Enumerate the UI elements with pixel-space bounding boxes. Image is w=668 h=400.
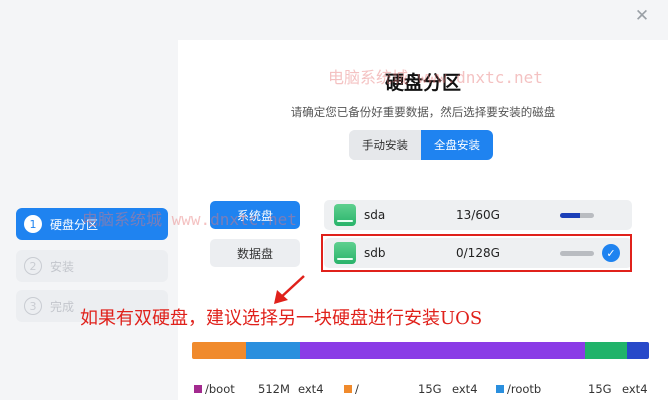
partition-segment [246, 342, 300, 359]
legend-size: 512M [258, 382, 290, 396]
step-sidebar: 1 硬盘分区 2 安装 3 完成 [0, 40, 178, 400]
disk-name: sda [364, 208, 386, 222]
disk-row-sda[interactable]: sda 13/60G [324, 200, 632, 230]
disk-size: 13/60G [456, 208, 500, 222]
legend-mount: /rootb [507, 382, 542, 396]
page-title: 硬盘分区 [384, 72, 461, 94]
data-disk-tab[interactable]: 数据盘 [210, 239, 300, 267]
legend-swatch [344, 385, 352, 393]
close-icon[interactable]: ✕ [632, 6, 652, 26]
legend-mount: /boot [205, 382, 235, 396]
step-partition: 1 硬盘分区 [16, 208, 168, 240]
partition-segment [627, 342, 649, 359]
step-label: 安装 [50, 259, 75, 274]
legend-swatch [496, 385, 504, 393]
hard-disk-icon [334, 204, 356, 226]
step-install: 2 安装 [16, 250, 168, 282]
legend-item-boot: /boot 512M ext4 [194, 382, 344, 396]
install-mode-switch: 手动安装 全盘安装 [349, 130, 493, 160]
annotation-arrow-icon [274, 275, 305, 304]
page-subtitle: 请确定您已备份好重要数据，然后选择要安装的磁盘 [290, 105, 556, 119]
step-number: 1 [24, 215, 42, 233]
legend-fs: ext4 [452, 382, 478, 396]
system-disk-tab[interactable]: 系统盘 [210, 201, 300, 229]
step-label: 硬盘分区 [50, 217, 99, 232]
legend-size: 15G [418, 382, 442, 396]
disk-usage-fill [560, 212, 581, 218]
step-number: 3 [24, 297, 42, 315]
legend-mount: / [355, 382, 359, 396]
partition-segment [192, 342, 246, 359]
partition-segment [300, 342, 585, 359]
partition-segment [585, 342, 627, 359]
legend-size: 15G [588, 382, 612, 396]
step-number: 2 [24, 257, 42, 275]
highlight-box [321, 234, 632, 272]
legend-item-rootb: /rootb 15G ext4 [496, 382, 666, 396]
partition-bar [192, 342, 649, 359]
legend-fs: ext4 [622, 382, 648, 396]
manual-install-button[interactable]: 手动安装 [349, 130, 421, 160]
legend-swatch [194, 385, 202, 393]
legend-fs: ext4 [298, 382, 324, 396]
installer-window: ✕ 1 硬盘分区 2 安装 3 完成 硬盘分区 请确定您已备份好重要数据，然后选… [0, 0, 668, 400]
step-label: 完成 [50, 299, 75, 314]
full-disk-install-button[interactable]: 全盘安装 [421, 130, 493, 160]
legend-item-root: / 15G ext4 [344, 382, 494, 396]
disk-usage-bar [560, 212, 594, 218]
annotation-text: 如果有双硬盘，建议选择另一块硬盘进行安装UOS [80, 308, 483, 329]
